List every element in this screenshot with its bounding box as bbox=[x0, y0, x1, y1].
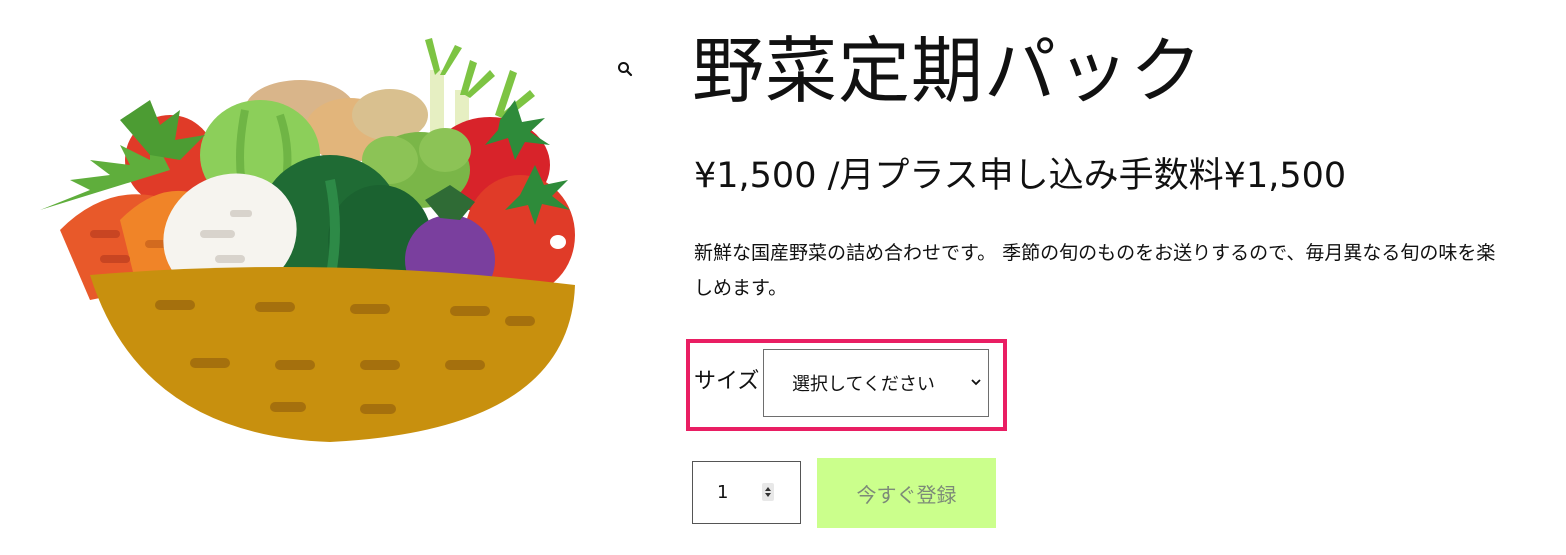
quantity-input[interactable]: 1 bbox=[692, 461, 801, 524]
zoom-button[interactable] bbox=[612, 56, 638, 82]
size-select[interactable]: 選択してください bbox=[763, 349, 989, 417]
product-title: 野菜定期パック bbox=[692, 29, 1204, 113]
search-icon bbox=[618, 62, 633, 77]
spin-down-icon[interactable] bbox=[765, 493, 771, 497]
subscribe-button[interactable]: 今すぐ登録 bbox=[817, 458, 996, 528]
size-select-value: 選択してください bbox=[792, 374, 935, 395]
spin-buttons-icon[interactable] bbox=[762, 483, 774, 501]
size-label: サイズ bbox=[694, 369, 760, 394]
quantity-value: 1 bbox=[717, 482, 729, 503]
product-image[interactable] bbox=[30, 30, 590, 450]
chevron-down-icon bbox=[971, 379, 981, 386]
product-price: ¥1,500 /月プラス申し込み手数料¥1,500 bbox=[694, 156, 1347, 196]
spin-up-icon[interactable] bbox=[765, 487, 771, 491]
product-description: 新鮮な国産野菜の詰め合わせです。 季節の旬のものをお送りするので、毎月異なる旬の… bbox=[694, 242, 1496, 299]
